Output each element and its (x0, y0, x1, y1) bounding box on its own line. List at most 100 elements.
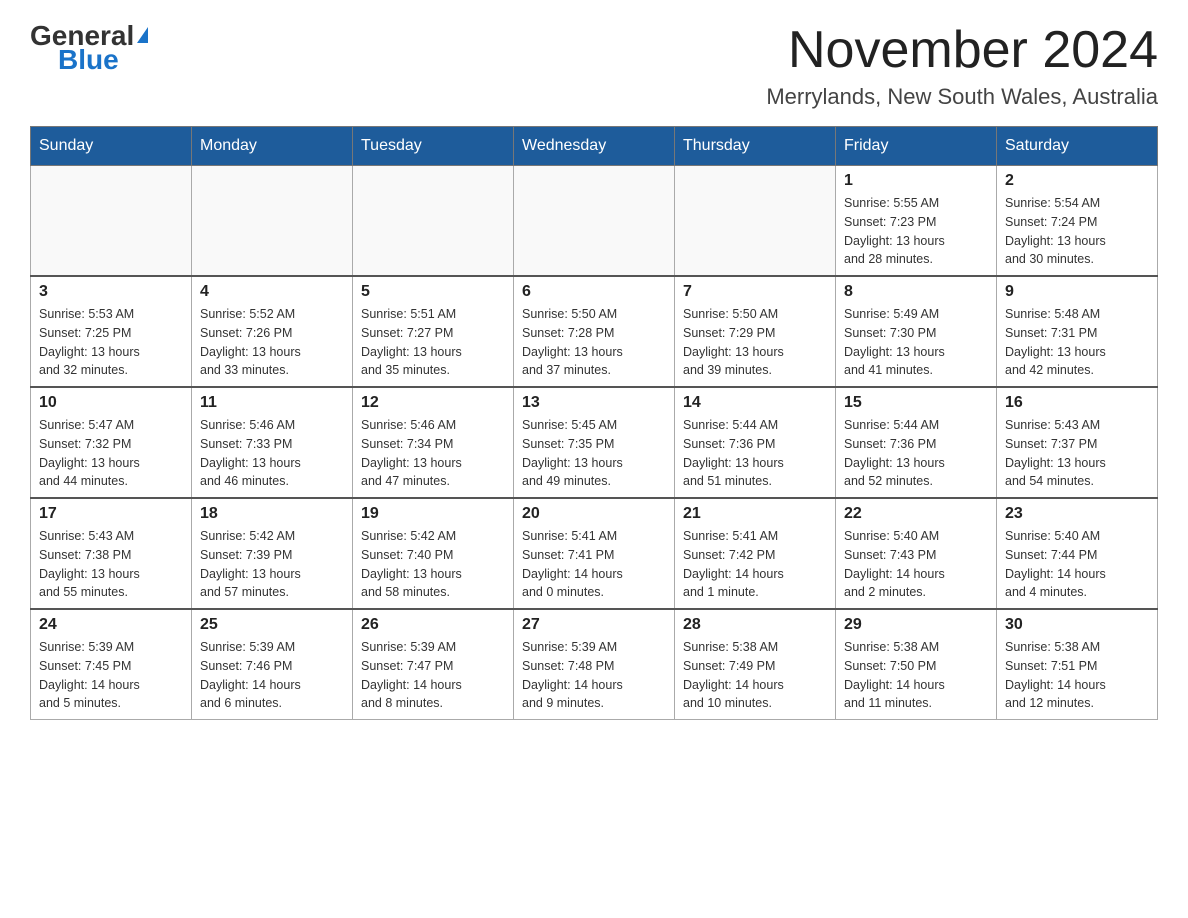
table-row (675, 166, 836, 277)
day-number: 16 (1005, 394, 1149, 412)
table-row: 17 Sunrise: 5:43 AM Sunset: 7:38 PM Dayli… (31, 498, 192, 609)
day-info: Sunrise: 5:52 AM Sunset: 7:26 PM Dayligh… (200, 305, 344, 380)
day-info: Sunrise: 5:55 AM Sunset: 7:23 PM Dayligh… (844, 194, 988, 269)
day-number: 25 (200, 616, 344, 634)
day-info: Sunrise: 5:42 AM Sunset: 7:39 PM Dayligh… (200, 527, 344, 602)
day-info: Sunrise: 5:45 AM Sunset: 7:35 PM Dayligh… (522, 416, 666, 491)
header-thursday: Thursday (675, 127, 836, 166)
logo: General Blue (30, 20, 148, 76)
table-row: 29 Sunrise: 5:38 AM Sunset: 7:50 PM Dayli… (836, 609, 997, 720)
header-tuesday: Tuesday (353, 127, 514, 166)
table-row: 1Sunrise: 5:55 AM Sunset: 7:23 PM Daylig… (836, 166, 997, 277)
day-number: 19 (361, 505, 505, 523)
day-info: Sunrise: 5:43 AM Sunset: 7:37 PM Dayligh… (1005, 416, 1149, 491)
day-number: 18 (200, 505, 344, 523)
day-number: 30 (1005, 616, 1149, 634)
day-number: 20 (522, 505, 666, 523)
day-info: Sunrise: 5:49 AM Sunset: 7:30 PM Dayligh… (844, 305, 988, 380)
day-number: 6 (522, 283, 666, 301)
day-number: 28 (683, 616, 827, 634)
table-row: 14Sunrise: 5:44 AM Sunset: 7:36 PM Dayli… (675, 387, 836, 498)
day-number: 12 (361, 394, 505, 412)
header-saturday: Saturday (997, 127, 1158, 166)
day-info: Sunrise: 5:54 AM Sunset: 7:24 PM Dayligh… (1005, 194, 1149, 269)
day-number: 2 (1005, 172, 1149, 190)
day-number: 17 (39, 505, 183, 523)
day-number: 4 (200, 283, 344, 301)
day-number: 24 (39, 616, 183, 634)
table-row (31, 166, 192, 277)
table-row: 12 Sunrise: 5:46 AM Sunset: 7:34 PM Dayli… (353, 387, 514, 498)
day-number: 22 (844, 505, 988, 523)
day-number: 5 (361, 283, 505, 301)
table-row: 15Sunrise: 5:44 AM Sunset: 7:36 PM Dayli… (836, 387, 997, 498)
table-row: 7 Sunrise: 5:50 AM Sunset: 7:29 PM Daylig… (675, 276, 836, 387)
table-row: 28 Sunrise: 5:38 AM Sunset: 7:49 PM Dayli… (675, 609, 836, 720)
page-header: General Blue November 2024 Merrylands, N… (30, 20, 1158, 110)
table-row: 5 Sunrise: 5:51 AM Sunset: 7:27 PM Daylig… (353, 276, 514, 387)
location-subtitle: Merrylands, New South Wales, Australia (766, 84, 1158, 110)
title-area: November 2024 Merrylands, New South Wale… (766, 20, 1158, 110)
table-row: 22 Sunrise: 5:40 AM Sunset: 7:43 PM Dayli… (836, 498, 997, 609)
day-info: Sunrise: 5:38 AM Sunset: 7:49 PM Dayligh… (683, 638, 827, 713)
table-row: 26 Sunrise: 5:39 AM Sunset: 7:47 PM Dayli… (353, 609, 514, 720)
day-info: Sunrise: 5:44 AM Sunset: 7:36 PM Dayligh… (683, 416, 827, 491)
day-number: 29 (844, 616, 988, 634)
day-info: Sunrise: 5:40 AM Sunset: 7:43 PM Dayligh… (844, 527, 988, 602)
day-info: Sunrise: 5:41 AM Sunset: 7:41 PM Dayligh… (522, 527, 666, 602)
calendar-week-row: 24 Sunrise: 5:39 AM Sunset: 7:45 PM Dayli… (31, 609, 1158, 720)
day-info: Sunrise: 5:42 AM Sunset: 7:40 PM Dayligh… (361, 527, 505, 602)
day-info: Sunrise: 5:40 AM Sunset: 7:44 PM Dayligh… (1005, 527, 1149, 602)
day-info: Sunrise: 5:39 AM Sunset: 7:47 PM Dayligh… (361, 638, 505, 713)
day-number: 9 (1005, 283, 1149, 301)
day-info: Sunrise: 5:39 AM Sunset: 7:48 PM Dayligh… (522, 638, 666, 713)
table-row: 27 Sunrise: 5:39 AM Sunset: 7:48 PM Dayli… (514, 609, 675, 720)
day-info: Sunrise: 5:50 AM Sunset: 7:28 PM Dayligh… (522, 305, 666, 380)
day-number: 7 (683, 283, 827, 301)
day-info: Sunrise: 5:39 AM Sunset: 7:46 PM Dayligh… (200, 638, 344, 713)
table-row: 16 Sunrise: 5:43 AM Sunset: 7:37 PM Dayli… (997, 387, 1158, 498)
table-row: 25 Sunrise: 5:39 AM Sunset: 7:46 PM Dayli… (192, 609, 353, 720)
table-row: 9 Sunrise: 5:48 AM Sunset: 7:31 PM Daylig… (997, 276, 1158, 387)
logo-triangle-icon (137, 27, 148, 43)
day-info: Sunrise: 5:38 AM Sunset: 7:50 PM Dayligh… (844, 638, 988, 713)
header-sunday: Sunday (31, 127, 192, 166)
day-info: Sunrise: 5:39 AM Sunset: 7:45 PM Dayligh… (39, 638, 183, 713)
table-row (353, 166, 514, 277)
day-number: 10 (39, 394, 183, 412)
logo-blue-text: Blue (58, 44, 119, 76)
table-row: 11 Sunrise: 5:46 AM Sunset: 7:33 PM Dayli… (192, 387, 353, 498)
day-info: Sunrise: 5:50 AM Sunset: 7:29 PM Dayligh… (683, 305, 827, 380)
calendar-week-row: 3 Sunrise: 5:53 AM Sunset: 7:25 PM Daylig… (31, 276, 1158, 387)
table-row: 18 Sunrise: 5:42 AM Sunset: 7:39 PM Dayli… (192, 498, 353, 609)
table-row (192, 166, 353, 277)
table-row: 19 Sunrise: 5:42 AM Sunset: 7:40 PM Dayli… (353, 498, 514, 609)
header-friday: Friday (836, 127, 997, 166)
day-number: 27 (522, 616, 666, 634)
table-row: 23Sunrise: 5:40 AM Sunset: 7:44 PM Dayli… (997, 498, 1158, 609)
day-info: Sunrise: 5:46 AM Sunset: 7:34 PM Dayligh… (361, 416, 505, 491)
day-number: 11 (200, 394, 344, 412)
table-row: 13Sunrise: 5:45 AM Sunset: 7:35 PM Dayli… (514, 387, 675, 498)
table-row: 24 Sunrise: 5:39 AM Sunset: 7:45 PM Dayli… (31, 609, 192, 720)
table-row: 30 Sunrise: 5:38 AM Sunset: 7:51 PM Dayli… (997, 609, 1158, 720)
day-number: 3 (39, 283, 183, 301)
calendar-header-row: Sunday Monday Tuesday Wednesday Thursday… (31, 127, 1158, 166)
day-info: Sunrise: 5:38 AM Sunset: 7:51 PM Dayligh… (1005, 638, 1149, 713)
day-info: Sunrise: 5:53 AM Sunset: 7:25 PM Dayligh… (39, 305, 183, 380)
calendar-table: Sunday Monday Tuesday Wednesday Thursday… (30, 126, 1158, 720)
day-number: 26 (361, 616, 505, 634)
day-info: Sunrise: 5:46 AM Sunset: 7:33 PM Dayligh… (200, 416, 344, 491)
header-monday: Monday (192, 127, 353, 166)
day-info: Sunrise: 5:44 AM Sunset: 7:36 PM Dayligh… (844, 416, 988, 491)
header-wednesday: Wednesday (514, 127, 675, 166)
table-row: 20 Sunrise: 5:41 AM Sunset: 7:41 PM Dayli… (514, 498, 675, 609)
table-row: 2 Sunrise: 5:54 AM Sunset: 7:24 PM Daylig… (997, 166, 1158, 277)
month-title: November 2024 (766, 20, 1158, 80)
day-info: Sunrise: 5:51 AM Sunset: 7:27 PM Dayligh… (361, 305, 505, 380)
table-row: 10Sunrise: 5:47 AM Sunset: 7:32 PM Dayli… (31, 387, 192, 498)
calendar-week-row: 1Sunrise: 5:55 AM Sunset: 7:23 PM Daylig… (31, 166, 1158, 277)
day-info: Sunrise: 5:48 AM Sunset: 7:31 PM Dayligh… (1005, 305, 1149, 380)
day-number: 8 (844, 283, 988, 301)
day-info: Sunrise: 5:43 AM Sunset: 7:38 PM Dayligh… (39, 527, 183, 602)
